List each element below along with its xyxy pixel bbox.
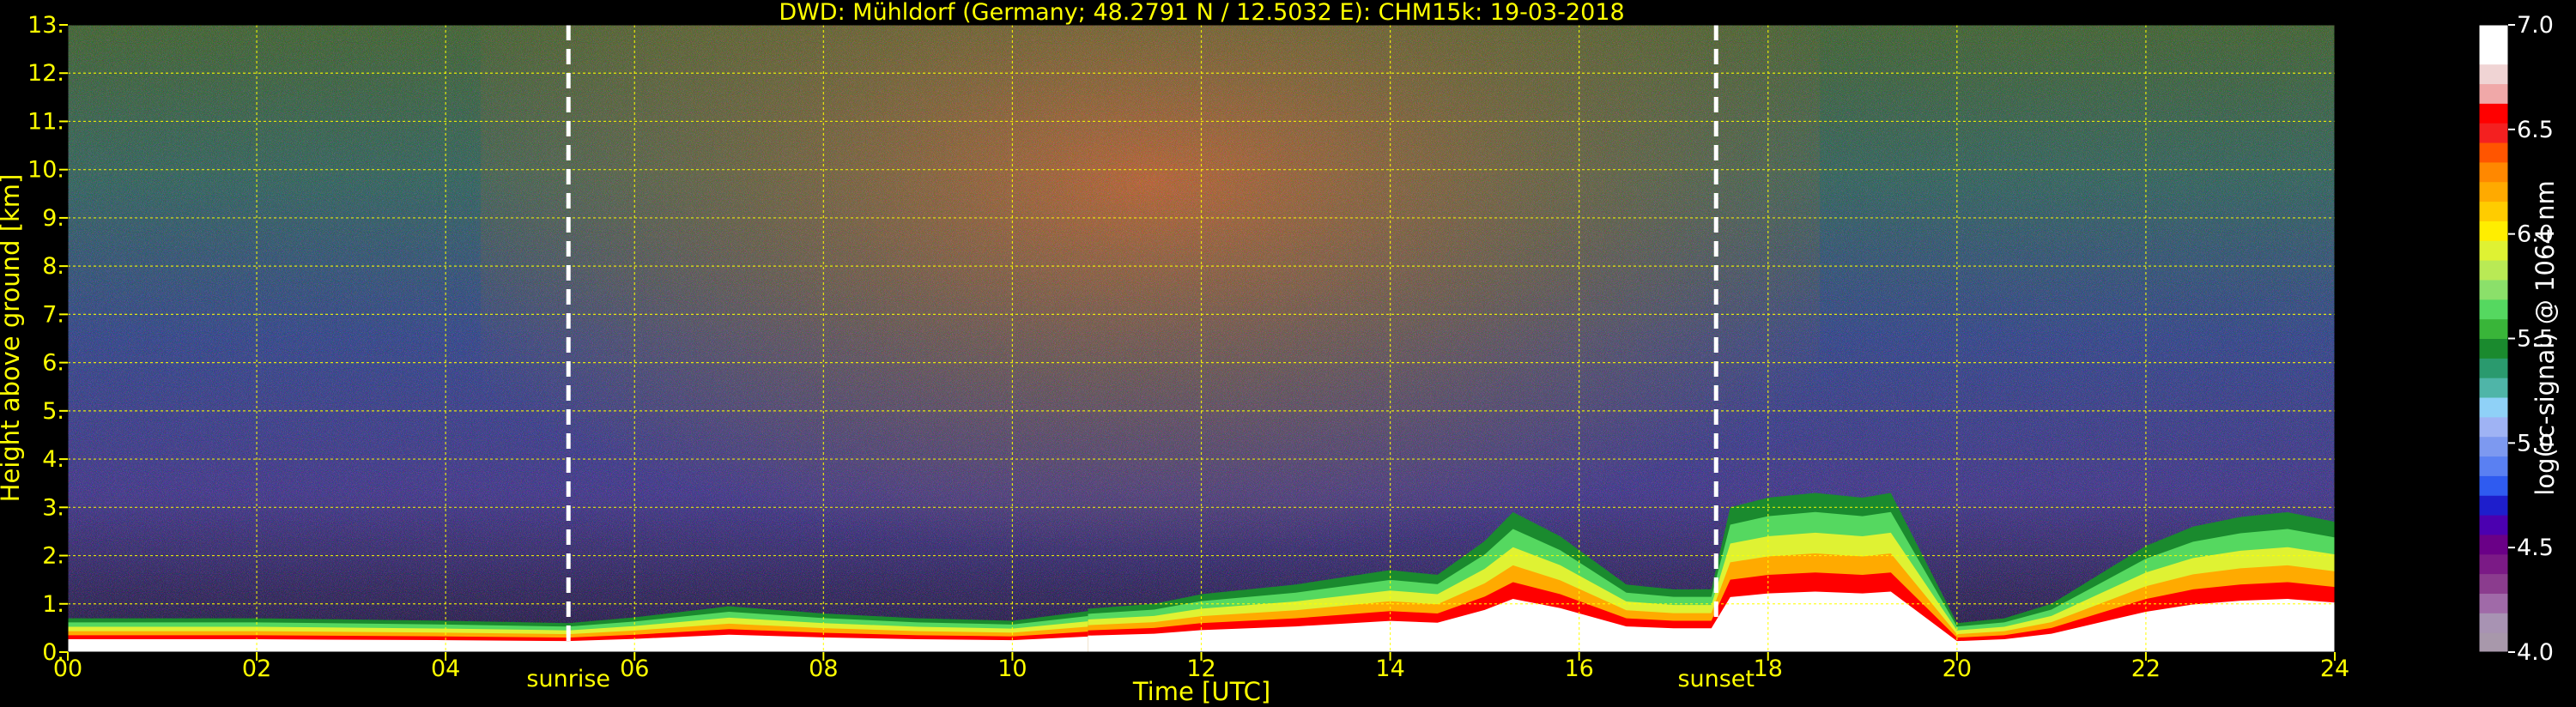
colorbar-swatch: [2479, 632, 2508, 653]
colorbar-swatch: [2479, 397, 2508, 418]
colorbar-tick-label: 7.0: [2517, 12, 2554, 39]
y-tick-label: 3.: [42, 494, 64, 521]
x-tick-label: 08: [809, 656, 838, 682]
colorbar-swatch: [2479, 416, 2508, 438]
colorbar-swatch: [2479, 240, 2508, 261]
x-tick-label: 02: [242, 656, 271, 682]
colorbar-swatch: [2479, 613, 2508, 633]
colorbar-swatch: [2479, 358, 2508, 378]
colorbar-swatch: [2479, 103, 2508, 124]
x-tick-label: 04: [431, 656, 460, 682]
x-tick-label: 18: [1754, 656, 1783, 682]
ceilometer-figure: sunrise sunset 0. 1. 2. 3. 4. 5. 6. 7. 8. 9. 10. 11.…: [0, 0, 2576, 707]
colorbar-swatch: [2479, 593, 2508, 613]
colorbar-swatch: [2479, 534, 2508, 555]
colorbar-swatch: [2479, 181, 2508, 202]
colorbar-swatch: [2479, 436, 2508, 457]
colorbar-tick-label: 4.5: [2517, 535, 2554, 561]
colorbar-swatch: [2479, 279, 2508, 300]
y-tick-label: 2.: [42, 543, 64, 570]
colorbar-swatch: [2479, 495, 2508, 516]
colorbar-swatch: [2479, 221, 2508, 241]
sunrise-label: sunrise: [526, 666, 610, 692]
x-tick-label: 00: [53, 656, 82, 682]
colorbar-swatch: [2479, 260, 2508, 281]
y-tick-label: 10.: [27, 157, 64, 184]
plot-area: sunrise sunset: [67, 24, 2336, 692]
colorbar-swatch: [2479, 299, 2508, 320]
colorbar-swatch: [2479, 378, 2508, 398]
x-tick-label: 14: [1375, 656, 1404, 682]
colorbar-swatch: [2479, 25, 2508, 45]
y-tick-label: 4.: [42, 446, 64, 473]
y-tick-label: 11.: [27, 108, 64, 135]
colorbar-swatch: [2479, 161, 2508, 183]
x-tick-label: 20: [1943, 656, 1972, 682]
y-tick-label: 7.: [42, 301, 64, 328]
y-axis-ticks: 0.1.2.3.4.5.6.7.8.9.10.11.12.13.: [27, 12, 68, 666]
colorbar-swatch: [2479, 142, 2508, 163]
colorbar-swatch: [2479, 475, 2508, 496]
colorbar-swatch: [2479, 123, 2508, 143]
colorbar-swatch: [2479, 201, 2508, 221]
y-tick-label: 9.: [42, 205, 64, 232]
colorbar-swatch: [2479, 515, 2508, 535]
colorbar-swatch: [2479, 456, 2508, 476]
colorbar-swatch: [2479, 83, 2508, 104]
x-tick-label: 10: [997, 656, 1027, 682]
colorbar-tick-label: 6.5: [2517, 117, 2554, 143]
colorbar-swatch: [2479, 573, 2508, 594]
y-tick-label: 13.: [27, 12, 64, 39]
colorbar-swatch: [2479, 553, 2508, 575]
colorbar-swatch: [2479, 63, 2508, 85]
y-tick-label: 5.: [42, 398, 64, 425]
y-tick-label: 1.: [42, 591, 64, 618]
colorbar-swatch: [2479, 318, 2508, 339]
backscatter-chart: sunrise sunset 0.1.2.3.4.5.6.7.8.9.10.11.…: [0, 0, 2560, 706]
x-tick-label: 24: [2320, 656, 2349, 682]
colorbar-tick-label: 4.0: [2517, 639, 2554, 666]
x-tick-label: 22: [2131, 656, 2161, 682]
y-tick-label: 6.: [42, 350, 64, 377]
x-axis-label: Time [UTC]: [1132, 677, 1270, 706]
y-axis-label: Height above ground [km]: [0, 174, 25, 503]
colorbar-swatch: [2479, 338, 2508, 359]
y-tick-label: 12.: [27, 60, 64, 87]
colorbar-label: log(rc-signal) @ 1064 nm: [2531, 180, 2560, 495]
chart-title: DWD: Mühldorf (Germany; 48.2791 N / 12.5…: [779, 0, 1624, 26]
x-tick-label: 16: [1564, 656, 1593, 682]
sunset-label: sunset: [1677, 666, 1755, 692]
x-tick-label: 06: [620, 656, 649, 682]
colorbar-swatch: [2479, 44, 2508, 65]
y-tick-label: 8.: [42, 253, 64, 280]
